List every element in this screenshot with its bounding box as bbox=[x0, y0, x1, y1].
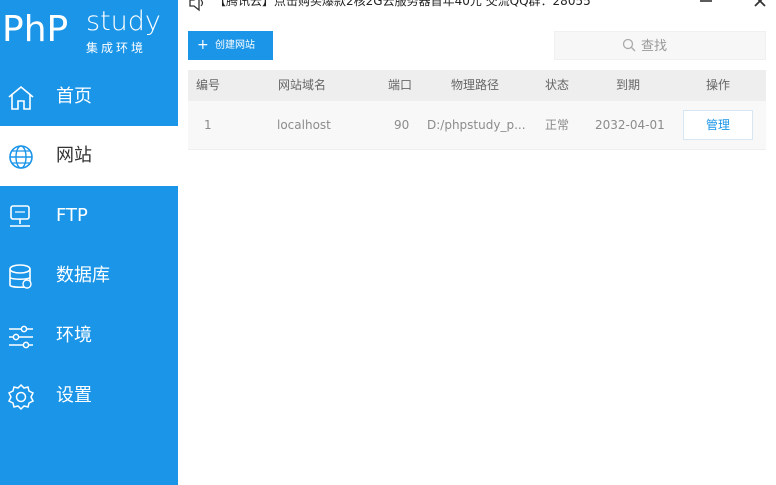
logo-subtitle: 集成环境 bbox=[86, 41, 147, 55]
sidebar-item-settings[interactable]: 设置 bbox=[0, 366, 178, 426]
column-header-path: 物理路径 bbox=[451, 78, 500, 92]
plus-icon: + bbox=[197, 37, 209, 53]
cell-status: 正常 bbox=[545, 118, 570, 132]
sidebar-item-label: 网站 bbox=[56, 145, 92, 166]
manage-button[interactable]: 管理 bbox=[683, 110, 753, 140]
sidebar-item-database[interactable]: 数据库 bbox=[0, 246, 178, 306]
logo-study-text: study bbox=[86, 6, 161, 37]
create-website-button[interactable]: + 创建网站 bbox=[188, 31, 273, 60]
cell-expiry: 2032-04-01 bbox=[595, 118, 665, 132]
globe-icon bbox=[9, 145, 33, 169]
sliders-icon bbox=[9, 325, 33, 349]
search-icon bbox=[622, 38, 636, 52]
sidebar: PhP study 集成环境 首页 网站 FTP 数据库 环境 设置 bbox=[0, 0, 178, 485]
search-box[interactable] bbox=[554, 31, 766, 60]
column-header-id: 编号 bbox=[196, 78, 221, 92]
gear-icon bbox=[7, 383, 35, 411]
cell-id: 1 bbox=[204, 118, 212, 132]
column-header-action: 操作 bbox=[706, 78, 731, 92]
close-icon[interactable] bbox=[752, 0, 768, 10]
cell-domain: localhost bbox=[277, 118, 331, 132]
logo-php-text: PhP bbox=[2, 9, 69, 50]
sidebar-item-ftp[interactable]: FTP bbox=[0, 186, 178, 246]
sidebar-item-website[interactable]: 网站 bbox=[0, 126, 178, 186]
column-header-port: 端口 bbox=[388, 78, 413, 92]
home-icon bbox=[8, 85, 34, 110]
search-input[interactable] bbox=[641, 36, 751, 56]
create-website-label: 创建网站 bbox=[215, 40, 255, 51]
sidebar-item-label: 数据库 bbox=[56, 265, 110, 286]
column-header-domain: 网站域名 bbox=[278, 78, 327, 92]
minimize-icon[interactable] bbox=[698, 0, 714, 10]
sidebar-item-label: 设置 bbox=[56, 385, 92, 406]
sidebar-item-home[interactable]: 首页 bbox=[0, 67, 178, 127]
column-header-expiry: 到期 bbox=[616, 78, 641, 92]
sidebar-item-label: 首页 bbox=[56, 86, 92, 107]
sidebar-item-environment[interactable]: 环境 bbox=[0, 306, 178, 366]
ftp-icon bbox=[10, 205, 30, 227]
cell-port: 90 bbox=[394, 118, 410, 132]
app-logo: PhP study 集成环境 bbox=[0, 0, 178, 66]
speaker-icon bbox=[189, 0, 204, 12]
column-header-status: 状态 bbox=[545, 78, 570, 92]
table-header: 编号 网站域名 端口 物理路径 状态 到期 操作 bbox=[188, 70, 766, 101]
table-row[interactable]: 1 localhost 90 D:/phpstudy_p... 正常 2032-… bbox=[188, 101, 766, 150]
sidebar-item-label: 环境 bbox=[56, 325, 92, 346]
sidebar-item-label: FTP bbox=[56, 205, 88, 226]
database-icon bbox=[9, 264, 32, 289]
promo-notice-link[interactable]: 【腾讯云】点击购买爆款2核2G云服务器首年40元 交流QQ群：28055 bbox=[214, 0, 591, 9]
cell-path: D:/phpstudy_p... bbox=[427, 118, 526, 132]
